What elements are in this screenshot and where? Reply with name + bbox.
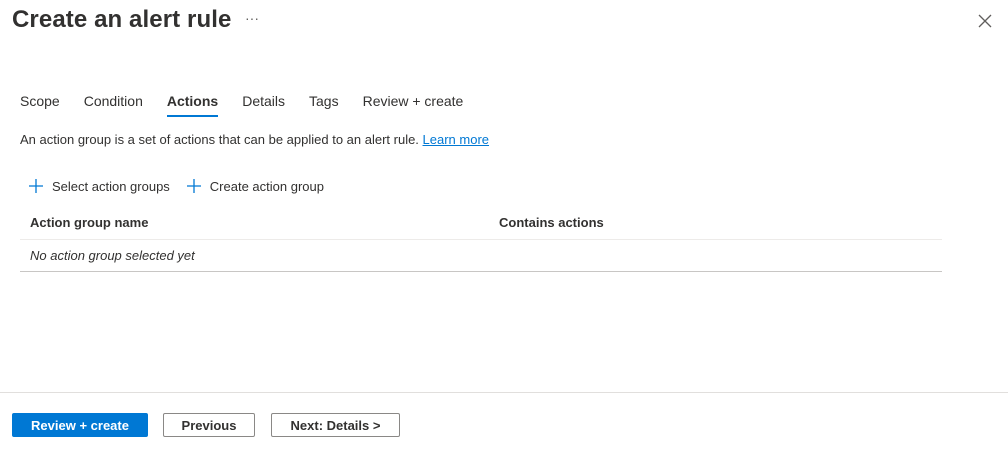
tab-review-create[interactable]: Review + create [363, 93, 464, 117]
learn-more-link[interactable]: Learn more [423, 132, 489, 147]
description: An action group is a set of actions that… [20, 132, 489, 147]
plus-icon [186, 179, 201, 193]
footer-divider [0, 392, 1008, 393]
tab-condition[interactable]: Condition [84, 93, 143, 117]
more-options-button[interactable]: ··· [245, 10, 259, 26]
command-bar: Select action groups Create action group [28, 178, 340, 194]
column-header-contains-actions[interactable]: Contains actions [499, 215, 942, 230]
plus-icon [29, 179, 43, 193]
review-create-button[interactable]: Review + create [12, 413, 148, 437]
create-action-group-button[interactable]: Create action group [186, 178, 324, 194]
tab-scope[interactable]: Scope [20, 93, 60, 117]
table-header: Action group name Contains actions [20, 205, 942, 240]
tab-bar: Scope Condition Actions Details Tags Rev… [20, 93, 487, 117]
tab-details[interactable]: Details [242, 93, 285, 117]
tab-tags[interactable]: Tags [309, 93, 339, 117]
column-header-action-group-name[interactable]: Action group name [20, 215, 499, 230]
close-icon[interactable] [976, 12, 994, 30]
page-title: Create an alert rule [12, 6, 232, 33]
tab-actions[interactable]: Actions [166, 93, 219, 117]
empty-table-message: No action group selected yet [20, 240, 942, 272]
action-groups-table: Action group name Contains actions No ac… [20, 205, 942, 272]
select-action-groups-label: Select action groups [52, 178, 170, 194]
next-details-button[interactable]: Next: Details > [271, 413, 400, 437]
select-action-groups-button[interactable]: Select action groups [28, 178, 170, 194]
previous-button[interactable]: Previous [163, 413, 255, 437]
create-action-group-label: Create action group [209, 178, 324, 194]
description-text: An action group is a set of actions that… [20, 132, 423, 147]
